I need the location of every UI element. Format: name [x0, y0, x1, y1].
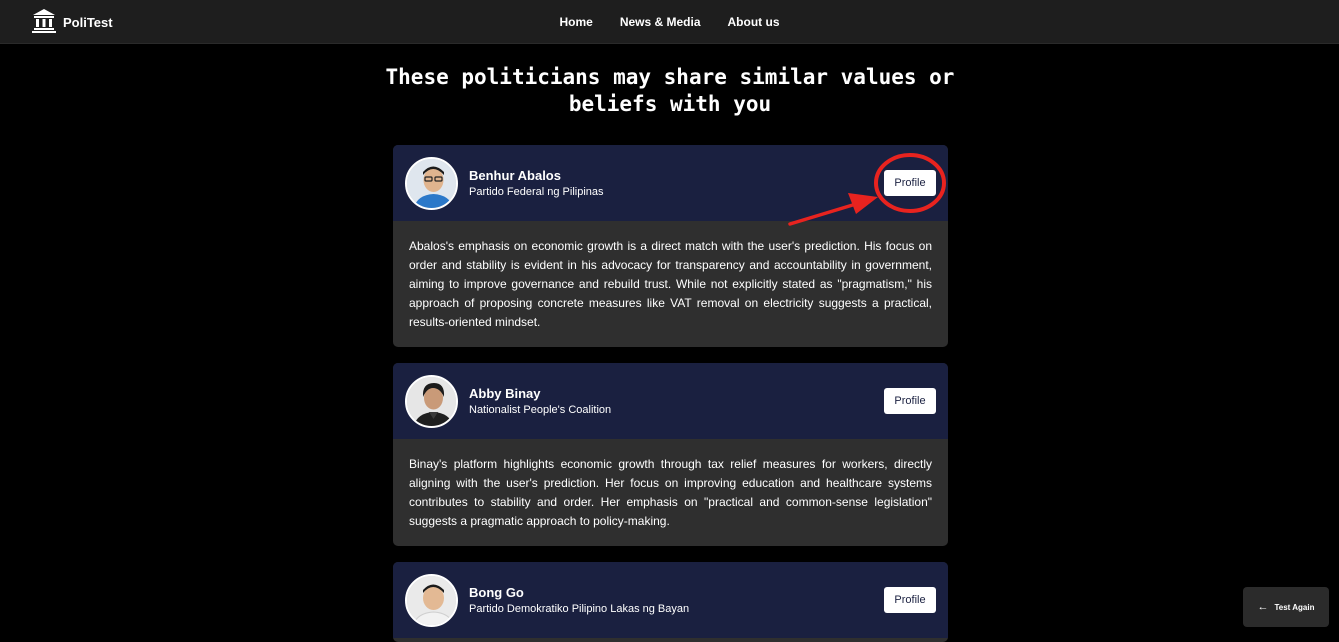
test-again-label: Test Again	[1274, 602, 1315, 612]
nav-links: Home News & Media About us	[0, 0, 1339, 44]
politician-card-header: Abby Binay Nationalist People's Coalitio…	[393, 363, 948, 439]
politician-name: Bong Go	[469, 585, 524, 600]
politician-card-header: Benhur Abalos Partido Federal ng Pilipin…	[393, 145, 948, 221]
politician-party: Partido Demokratiko Pilipino Lakas ng Ba…	[469, 603, 690, 615]
test-again-button[interactable]: ← Test Again	[1243, 587, 1329, 627]
politician-party: Nationalist People's Coalition	[469, 404, 612, 416]
politician-card: Bong Go Partido Demokratiko Pilipino Lak…	[393, 562, 948, 642]
avatar	[405, 157, 458, 210]
avatar	[405, 375, 458, 428]
politician-card: Benhur Abalos Partido Federal ng Pilipin…	[393, 145, 948, 347]
politician-party: Partido Federal ng Pilipinas	[469, 186, 604, 198]
nav-home[interactable]: Home	[559, 15, 592, 29]
profile-button[interactable]: Profile	[884, 388, 936, 414]
avatar	[405, 574, 458, 627]
page-title: These politicians may share similar valu…	[385, 65, 955, 116]
politician-card-header: Bong Go Partido Demokratiko Pilipino Lak…	[393, 562, 948, 638]
nav-about-us[interactable]: About us	[728, 15, 780, 29]
politician-description: Abalos's emphasis on economic growth is …	[409, 239, 932, 329]
arrow-left-icon: ←	[1257, 601, 1269, 613]
politician-card: Abby Binay Nationalist People's Coalitio…	[393, 363, 948, 546]
politician-name: Benhur Abalos	[469, 168, 561, 183]
profile-button[interactable]: Profile	[884, 170, 936, 196]
nav-news-media[interactable]: News & Media	[620, 15, 701, 29]
politician-description: Binay's platform highlights economic gro…	[409, 457, 932, 528]
navbar: PoliTest Home News & Media About us	[0, 0, 1339, 44]
politician-name: Abby Binay	[469, 386, 541, 401]
profile-button[interactable]: Profile	[884, 587, 936, 613]
